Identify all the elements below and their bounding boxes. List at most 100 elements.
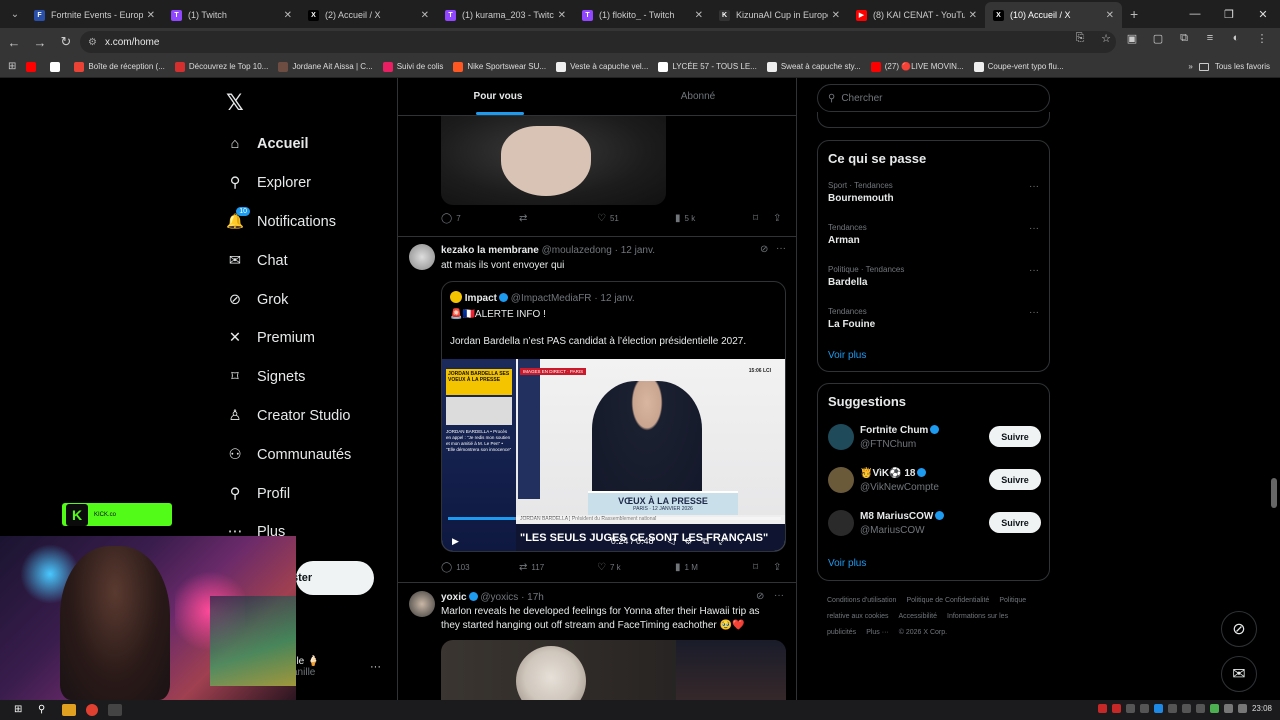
suggestion-item[interactable]: M8 MariusCOW @MariusCOW Suivre — [828, 510, 1041, 540]
suggestion-item[interactable]: 🫅VìK⚽️ 18 @VikNewCompte Suivre — [828, 467, 1041, 497]
nvidia-icon[interactable] — [1209, 704, 1219, 713]
post[interactable]: kezako la membrane @moulazedong · 12 jan… — [398, 236, 796, 580]
menu-icon[interactable]: ⋮ — [1254, 32, 1270, 45]
install-icon[interactable]: ⎘ — [1072, 32, 1088, 45]
browser-tab[interactable]: X (10) Accueil / X ✕ — [985, 2, 1122, 28]
media-icon[interactable]: ≡ — [1202, 32, 1218, 45]
footer-link[interactable]: Conditions d'utilisation — [827, 597, 896, 604]
tray-app-icon[interactable] — [1097, 704, 1107, 713]
bookmark-item[interactable]: (27) 🔴LIVE MOVIN... — [870, 61, 964, 72]
grok-button[interactable]: ⊘ — [1221, 611, 1257, 647]
follow-button[interactable]: Suivre — [989, 512, 1041, 533]
close-tab-icon[interactable]: ✕ — [284, 10, 292, 21]
new-tab-button[interactable]: + — [1130, 6, 1138, 22]
trend-more-icon[interactable]: ··· — [1029, 223, 1039, 234]
nav-item-communities[interactable]: ⚇ Communautés — [226, 435, 352, 474]
video-player[interactable]: JORDAN BARDELLA SES VOEUX À LA PRESSE JO… — [442, 359, 785, 551]
avatar[interactable] — [828, 510, 854, 536]
settings-icon[interactable]: ⚙ — [684, 536, 692, 547]
author-handle[interactable]: @yoxics — [480, 592, 518, 603]
nav-item-bell[interactable]: 🔔 10 Notifications — [226, 203, 351, 242]
close-tab-icon[interactable]: ✕ — [1106, 10, 1114, 21]
nav-item-bookmark[interactable]: ⌑ Signets — [226, 358, 351, 397]
site-info-icon[interactable]: ⚙ — [88, 37, 97, 48]
search-input[interactable]: ⚲ Chercher — [817, 84, 1050, 112]
bluetooth-icon[interactable] — [1153, 704, 1163, 713]
repost-button[interactable]: ⇄ 117 — [519, 562, 597, 573]
reply-button[interactable]: ◯ 103 — [441, 562, 519, 573]
pip-icon[interactable]: ⧉ — [702, 536, 708, 547]
suggestion-name[interactable]: 🫅VìK⚽️ 18 — [860, 468, 927, 479]
fullscreen-icon[interactable]: ⤢ — [719, 536, 726, 547]
avatar[interactable] — [409, 244, 435, 270]
terminal-icon[interactable] — [108, 704, 122, 716]
nav-item-home[interactable]: ⌂ Accueil — [226, 125, 351, 164]
views-button[interactable]: ▮ 1 M — [675, 562, 753, 573]
tab-for-you[interactable]: Pour vous — [398, 78, 598, 115]
close-tab-icon[interactable]: ✕ — [832, 10, 840, 21]
x-logo-icon[interactable]: 𝕏 — [226, 90, 244, 116]
close-window-icon[interactable]: ✕ — [1246, 8, 1280, 21]
nav-item-mail[interactable]: ✉ Chat — [226, 241, 351, 280]
trend-more-icon[interactable]: ··· — [1029, 307, 1039, 318]
wifi-icon[interactable] — [1223, 704, 1233, 713]
bookmark-button[interactable]: ⌑ — [753, 213, 773, 224]
avatar[interactable] — [409, 591, 435, 617]
suggestion-name[interactable]: M8 MariusCOW — [860, 511, 945, 522]
account-switcher[interactable]: ille 🍦 anille — [292, 656, 319, 678]
footer-link[interactable]: © 2026 X Corp. — [899, 629, 947, 636]
author-name[interactable]: kezako la membrane — [441, 245, 539, 256]
trend-more-icon[interactable]: ··· — [1029, 265, 1039, 276]
bookmark-item[interactable]: Suivi de colis — [382, 61, 443, 72]
views-button[interactable]: ▮ 5 k — [675, 213, 753, 224]
bookmark-item[interactable] — [50, 61, 64, 72]
grok-icon[interactable]: ⊘ — [760, 244, 768, 255]
tray-app-icon[interactable] — [1125, 704, 1135, 713]
footer-link[interactable]: Politique de Confidentialité — [906, 597, 989, 604]
follow-button[interactable]: Suivre — [989, 426, 1041, 447]
post-image[interactable] — [441, 116, 666, 205]
post-button[interactable]: ster — [292, 561, 374, 595]
footer-link[interactable]: Accessibilité — [898, 613, 937, 620]
more-icon[interactable]: ··· — [774, 590, 784, 601]
bookmark-item[interactable]: Nike Sportswear SU... — [453, 61, 546, 72]
follow-button[interactable]: Suivre — [989, 469, 1041, 490]
show-more-trends-link[interactable]: Voir plus — [828, 350, 866, 361]
nav-item-creator[interactable]: ♙ Creator Studio — [226, 397, 351, 436]
post-time[interactable]: · 17h — [521, 592, 544, 603]
windows-start-icon[interactable]: ⊞ — [14, 704, 28, 716]
apps-icon[interactable]: ⊞ — [8, 61, 16, 72]
clock[interactable]: 23:08 — [1252, 704, 1272, 713]
trend-item[interactable]: Tendances La Fouine ··· — [828, 307, 1041, 330]
puzzle-icon[interactable]: ⧉ — [1176, 32, 1192, 45]
footer-link[interactable]: Plus ··· — [866, 629, 889, 636]
chrome-icon[interactable] — [86, 704, 98, 716]
file-explorer-icon[interactable] — [62, 704, 76, 716]
trend-more-icon[interactable]: ··· — [1029, 181, 1039, 192]
bookmark-item[interactable] — [26, 61, 40, 72]
like-button[interactable]: ♡ 51 — [597, 213, 675, 224]
close-tab-icon[interactable]: ✕ — [558, 10, 566, 21]
volume-icon[interactable] — [1237, 704, 1247, 713]
forward-icon[interactable]: → — [28, 35, 52, 50]
nav-item-x[interactable]: ✕ Premium — [226, 319, 351, 358]
nav-item-grok[interactable]: ⊘ Grok — [226, 280, 351, 319]
browser-tab[interactable]: X (2) Accueil / X ✕ — [300, 2, 437, 28]
tray-app-icon[interactable] — [1195, 704, 1205, 713]
url-field[interactable]: ⚙ x.com/home — [80, 31, 1116, 53]
tab-following[interactable]: Abonné — [598, 78, 796, 115]
close-tab-icon[interactable]: ✕ — [147, 10, 155, 21]
chevron-right-icon[interactable]: » — [1188, 62, 1192, 71]
bookmark-item[interactable]: Veste à capuche vel... — [556, 61, 648, 72]
nav-item-search[interactable]: ⚲ Explorer — [226, 164, 351, 203]
bookmark-star-icon[interactable]: ☆ — [1098, 32, 1114, 45]
more-icon[interactable]: ··· — [776, 243, 786, 254]
close-tab-icon[interactable]: ✕ — [695, 10, 703, 21]
volume-icon[interactable]: ◁ — [667, 536, 674, 547]
bookmark-button[interactable]: ⌑ — [753, 562, 773, 573]
tray-app-icon[interactable] — [1181, 704, 1191, 713]
quoted-post[interactable]: Impact @ImpactMediaFR · 12 janv. 🚨🇫🇷ALER… — [441, 281, 786, 552]
extension-icon[interactable]: ▣ — [1124, 32, 1140, 45]
repost-button[interactable]: ⇄ — [519, 213, 597, 224]
browser-tab[interactable]: K KizunaAI Cup in Europe: 1 ✕ — [711, 2, 848, 28]
